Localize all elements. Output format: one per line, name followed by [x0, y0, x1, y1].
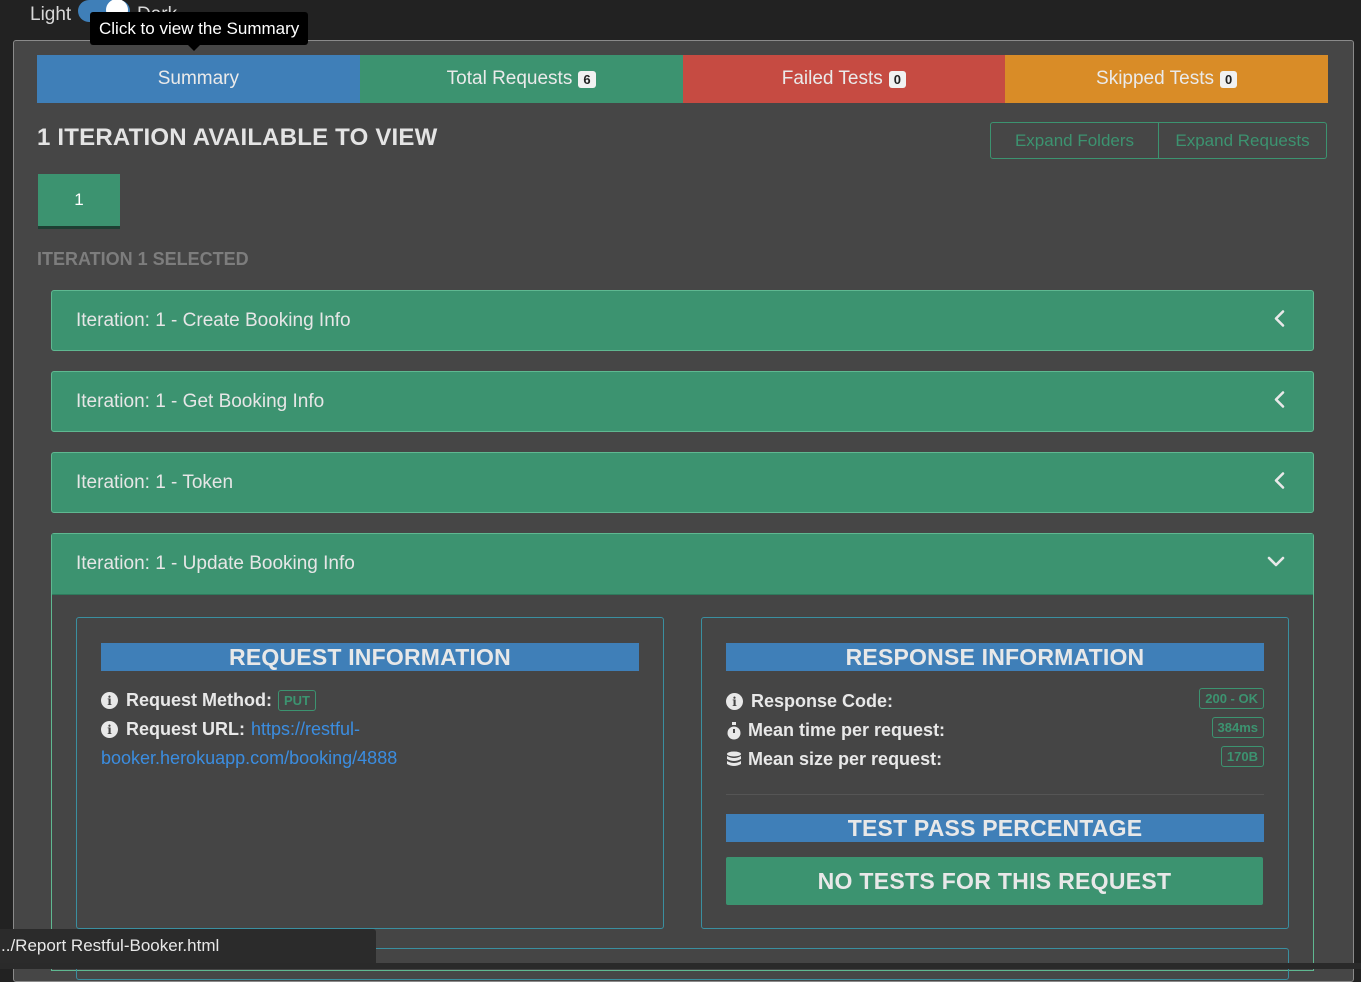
tab-summary[interactable]: Summary [37, 55, 360, 103]
request-method-row: i Request Method: PUT [101, 690, 316, 711]
panel-title: Iteration: 1 - Update Booking Info [76, 553, 355, 574]
mean-time-row: Mean time per request: [726, 720, 945, 741]
request-method-label: Request Method: [126, 690, 272, 710]
panel-create-booking[interactable]: Iteration: 1 - Create Booking Info [51, 290, 1314, 351]
tab-failed-tests-label: Failed Tests [781, 68, 883, 89]
tooltip-arrow [188, 45, 200, 51]
bottom-strip [0, 963, 1361, 969]
skipped-tests-badge: 0 [1219, 70, 1238, 88]
expand-requests-button[interactable]: Expand Requests [1159, 122, 1327, 159]
request-method-tag: PUT [278, 690, 316, 711]
request-url-row-2: booker.herokuapp.com/booking/4888 [101, 748, 397, 769]
panel-token[interactable]: Iteration: 1 - Token [51, 452, 1314, 513]
request-information-box: REQUEST INFORMATION i Request Method: PU… [76, 617, 664, 929]
request-url-link-line1[interactable]: https://restful- [251, 719, 360, 740]
total-requests-badge: 6 [578, 70, 596, 88]
database-icon [726, 751, 742, 769]
chevron-left-icon [1273, 390, 1285, 413]
theme-light-label: Light [30, 4, 72, 25]
stopwatch-icon [726, 721, 742, 740]
panel-title: Iteration: 1 - Token [76, 471, 234, 493]
tab-summary-label: Summary [157, 68, 240, 89]
summary-tabs: Summary Total Requests 6 Failed Tests 0 … [37, 55, 1328, 103]
panel-update-booking-header[interactable]: Iteration: 1 - Update Booking Info [52, 534, 1313, 595]
info-icon: i [101, 692, 118, 709]
mean-size-label: Mean size per request: [748, 749, 943, 769]
panel-get-booking[interactable]: Iteration: 1 - Get Booking Info [51, 371, 1314, 432]
expand-button-group: Expand Folders Expand Requests [990, 122, 1327, 159]
expand-folders-button[interactable]: Expand Folders [990, 122, 1159, 159]
response-code-row: i Response Code: [726, 691, 893, 712]
iteration-selected-label: ITERATION 1 SELECTED [37, 249, 249, 269]
chevron-down-icon [1267, 555, 1285, 573]
request-url-row: i Request URL: https://restful- [101, 719, 360, 740]
info-icon: i [726, 693, 743, 710]
divider [726, 794, 1264, 795]
mean-size-tag: 170B [1220, 746, 1264, 767]
panel-title: Iteration: 1 - Get Booking Info [76, 390, 325, 412]
iterations-heading: 1 ITERATION AVAILABLE TO VIEW [37, 124, 438, 151]
mean-size-row: Mean size per request: [726, 749, 942, 770]
mean-time-tag: 384ms [1211, 717, 1264, 738]
status-bar-url: ../Report Restful-Booker.html [0, 929, 376, 963]
tab-total-requests-label: Total Requests [446, 68, 573, 89]
panel-title: Iteration: 1 - Create Booking Info [76, 309, 351, 331]
no-tests-banner: NO TESTS FOR THIS REQUEST [726, 857, 1263, 905]
info-icon: i [101, 721, 118, 738]
mean-time-label: Mean time per request: [748, 720, 946, 740]
response-information-box: RESPONSE INFORMATION i Response Code: 20… [701, 617, 1289, 929]
tab-skipped-tests-label: Skipped Tests [1096, 68, 1214, 89]
request-url-link-line2[interactable]: booker.herokuapp.com/booking/4888 [101, 748, 397, 769]
failed-tests-badge: 0 [888, 70, 906, 88]
iteration-1-button[interactable]: 1 [38, 174, 120, 229]
tab-failed-tests[interactable]: Failed Tests 0 [682, 55, 1006, 103]
request-url-label: Request URL: [126, 719, 246, 739]
response-information-title: RESPONSE INFORMATION [726, 643, 1264, 671]
chevron-left-icon [1273, 309, 1285, 332]
response-code-tag: 200 - OK [1199, 688, 1264, 709]
summary-tooltip: Click to view the Summary [90, 12, 309, 45]
tab-total-requests[interactable]: Total Requests 6 [359, 55, 683, 103]
response-code-label: Response Code: [751, 691, 894, 711]
tab-skipped-tests[interactable]: Skipped Tests 0 [1005, 55, 1328, 103]
test-pass-percentage-title: TEST PASS PERCENTAGE [726, 814, 1264, 842]
chevron-left-icon [1273, 471, 1285, 494]
request-information-title: REQUEST INFORMATION [101, 643, 639, 671]
